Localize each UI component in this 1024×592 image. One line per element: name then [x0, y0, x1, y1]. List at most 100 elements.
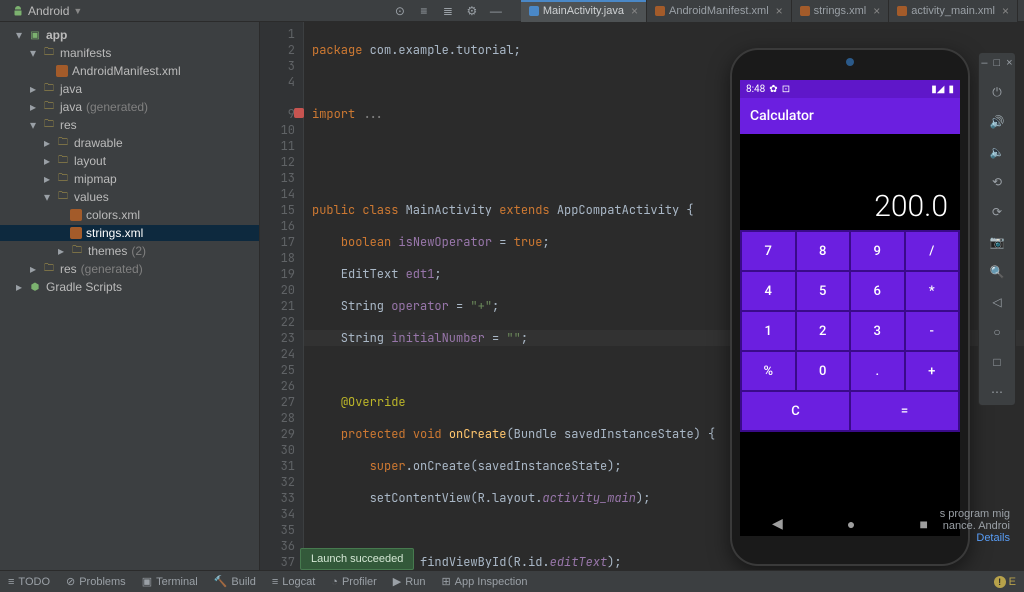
volume-down-icon[interactable]: 🔈: [988, 143, 1006, 161]
more-icon[interactable]: ⋯: [988, 383, 1006, 401]
key-9[interactable]: 9: [851, 232, 904, 270]
device-screen[interactable]: 8:48 ✿ ⊡ ▮◢ ▮ Calculator 200.0 7 8 9: [740, 80, 960, 536]
collapse-all-icon[interactable]: ≣: [439, 2, 457, 20]
screenshot-icon[interactable]: 📷: [988, 233, 1006, 251]
tree-folder-java-generated[interactable]: ▸🗀java (generated): [0, 99, 259, 115]
power-icon[interactable]: ⏻: [988, 83, 1006, 101]
tree-folder-res[interactable]: ▾🗀res: [0, 117, 259, 133]
key-dot[interactable]: .: [851, 352, 904, 390]
calculator-keypad: 7 8 9 / 4 5 6 * 1 2 3 - % 0 . + C: [740, 230, 960, 432]
folder-icon: 🗀: [56, 172, 70, 186]
tree-folder-drawable[interactable]: ▸🗀drawable: [0, 135, 259, 151]
bottom-build[interactable]: 🔨Build: [214, 575, 256, 588]
tree-folder-java[interactable]: ▸🗀java: [0, 81, 259, 97]
calculator-display: 200.0: [740, 134, 960, 230]
folder-icon: 🗀: [42, 100, 56, 114]
chevron-down-icon: ▾: [28, 46, 38, 60]
generated-hint: (generated): [86, 100, 148, 114]
volume-up-icon[interactable]: 🔊: [988, 113, 1006, 131]
code-editor[interactable]: 1 2 3 4 9 10 11 12 13 14 15 16 17 18 19 …: [260, 22, 1024, 570]
chevron-down-icon: ▾: [14, 28, 24, 42]
key-plus[interactable]: +: [906, 352, 959, 390]
rotate-right-icon[interactable]: ⟳: [988, 203, 1006, 221]
close-icon[interactable]: ×: [1006, 57, 1012, 69]
rotate-left-icon[interactable]: ⟲: [988, 173, 1006, 191]
tree-folder-layout[interactable]: ▸🗀layout: [0, 153, 259, 169]
key-percent[interactable]: %: [742, 352, 795, 390]
line-number-gutter[interactable]: 1 2 3 4 9 10 11 12 13 14 15 16 17 18 19 …: [260, 22, 304, 570]
home-icon[interactable]: ○: [988, 323, 1006, 341]
xml-file-icon: [56, 65, 68, 77]
close-icon[interactable]: ×: [776, 4, 783, 18]
close-icon[interactable]: ×: [631, 4, 638, 18]
tab-android-manifest[interactable]: AndroidManifest.xml ×: [647, 0, 792, 22]
key-clear[interactable]: C: [742, 392, 849, 430]
project-view-selector[interactable]: Android ▼: [6, 4, 88, 18]
maximize-icon[interactable]: □: [994, 57, 1001, 69]
bottom-terminal[interactable]: ▣Terminal: [142, 575, 198, 588]
tab-main-activity[interactable]: MainActivity.java ×: [521, 0, 647, 22]
key-2[interactable]: 2: [797, 312, 850, 350]
gradle-icon: ⬢: [28, 280, 42, 294]
bottom-app-inspection[interactable]: ⊞App Inspection: [441, 575, 527, 588]
key-7[interactable]: 7: [742, 232, 795, 270]
xml-file-icon: [70, 209, 82, 221]
generated-hint: (generated): [81, 262, 143, 276]
java-file-icon: [529, 6, 539, 16]
key-minus[interactable]: -: [906, 312, 959, 350]
tree-file-android-manifest[interactable]: AndroidManifest.xml: [0, 63, 259, 79]
close-icon[interactable]: ×: [873, 4, 880, 18]
tree-label: mipmap: [74, 172, 117, 186]
key-1[interactable]: 1: [742, 312, 795, 350]
bottom-run[interactable]: ▶Run: [393, 575, 426, 588]
tab-strings-xml[interactable]: strings.xml ×: [792, 0, 890, 22]
key-4[interactable]: 4: [742, 272, 795, 310]
hide-panel-icon[interactable]: —: [487, 2, 505, 20]
folder-icon: 🗀: [70, 244, 84, 258]
overview-icon[interactable]: □: [988, 353, 1006, 371]
event-log-indicator[interactable]: ! E: [994, 576, 1016, 588]
key-0[interactable]: 0: [797, 352, 850, 390]
tree-file-strings-xml[interactable]: strings.xml: [0, 225, 259, 241]
tab-label: MainActivity.java: [543, 5, 624, 17]
tree-label: colors.xml: [86, 208, 140, 222]
key-equals[interactable]: =: [851, 392, 958, 430]
gear-icon[interactable]: ⚙: [463, 2, 481, 20]
chevron-down-icon: ▾: [28, 118, 38, 132]
tab-activity-main-xml[interactable]: activity_main.xml ×: [889, 0, 1018, 22]
tree-label: res: [60, 262, 77, 276]
tree-folder-res-generated[interactable]: ▸🗀res (generated): [0, 261, 259, 277]
key-8[interactable]: 8: [797, 232, 850, 270]
folder-icon: 🗀: [42, 118, 56, 132]
tree-label: values: [74, 190, 109, 204]
chevron-right-icon: ▸: [42, 154, 52, 168]
nav-back-icon[interactable]: ◀: [772, 516, 783, 532]
close-icon[interactable]: ×: [1002, 4, 1009, 18]
bottom-profiler[interactable]: ◔Profiler: [331, 576, 377, 588]
expand-all-icon[interactable]: ≡: [415, 2, 433, 20]
key-divide[interactable]: /: [906, 232, 959, 270]
zoom-icon[interactable]: 🔍: [988, 263, 1006, 281]
notification-details-link[interactable]: Details: [976, 532, 1010, 544]
key-3[interactable]: 3: [851, 312, 904, 350]
tree-folder-themes[interactable]: ▸🗀themes (2): [0, 243, 259, 259]
tab-label: strings.xml: [814, 5, 867, 17]
bottom-logcat[interactable]: ≡Logcat: [272, 576, 315, 588]
folder-icon: 🗀: [42, 262, 56, 276]
tree-module-app[interactable]: ▾▣app: [0, 27, 259, 43]
key-5[interactable]: 5: [797, 272, 850, 310]
project-tree[interactable]: ▾▣app ▾🗀manifests AndroidManifest.xml ▸🗀…: [0, 22, 260, 570]
bottom-problems[interactable]: ⊘Problems: [66, 575, 126, 588]
tree-folder-values[interactable]: ▾🗀values: [0, 189, 259, 205]
minimize-icon[interactable]: –: [981, 57, 987, 69]
select-opened-file-icon[interactable]: ⊙: [391, 2, 409, 20]
tree-file-colors-xml[interactable]: colors.xml: [0, 207, 259, 223]
tree-folder-manifests[interactable]: ▾🗀manifests: [0, 45, 259, 61]
tree-folder-mipmap[interactable]: ▸🗀mipmap: [0, 171, 259, 187]
key-multiply[interactable]: *: [906, 272, 959, 310]
bottom-todo[interactable]: ≡TODO: [8, 576, 50, 588]
settings-small-icon: ✿: [769, 84, 777, 95]
tree-gradle-scripts[interactable]: ▸⬢Gradle Scripts: [0, 279, 259, 295]
back-icon[interactable]: ◁: [988, 293, 1006, 311]
key-6[interactable]: 6: [851, 272, 904, 310]
